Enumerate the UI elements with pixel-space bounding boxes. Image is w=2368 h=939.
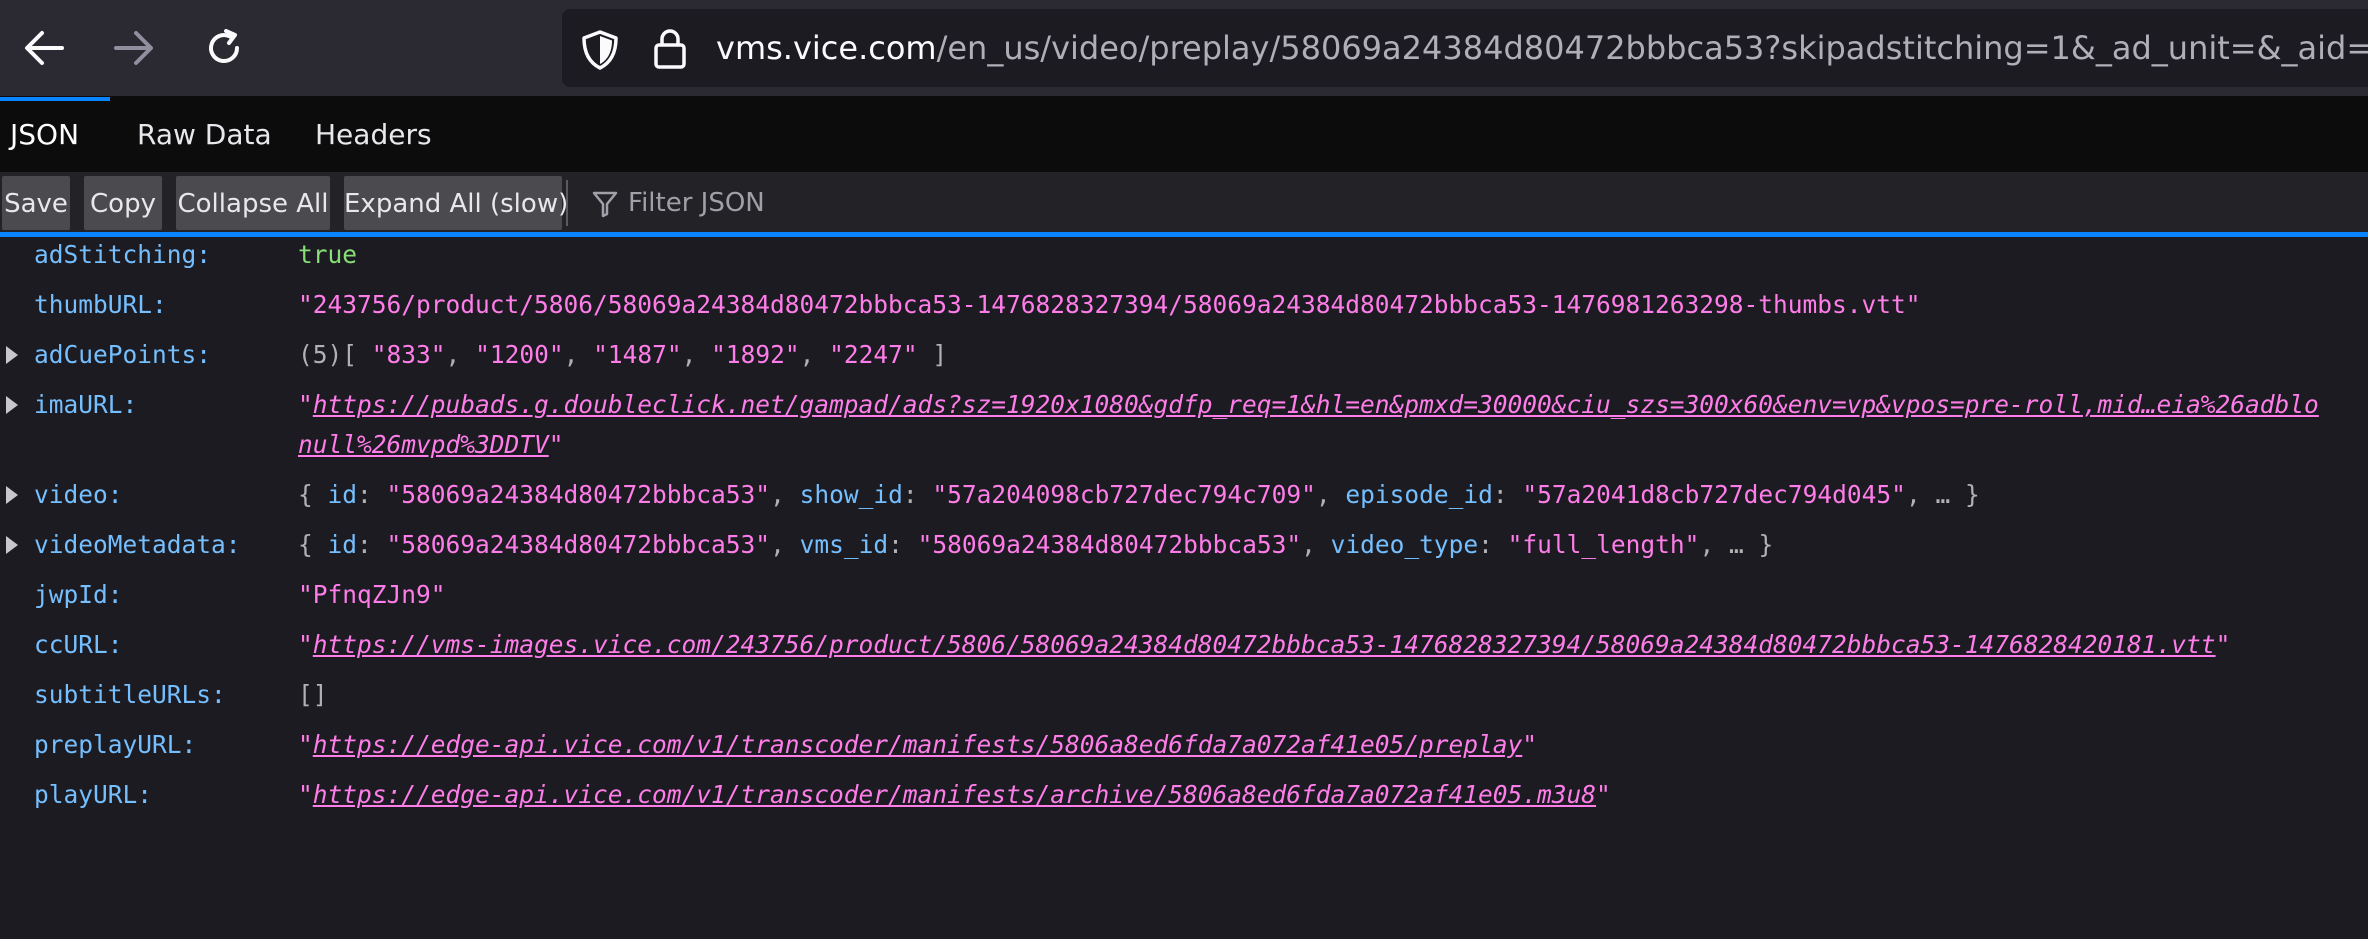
viewer-tabs: JSON Raw Data Headers xyxy=(0,96,2368,172)
array-count: (5) xyxy=(298,340,343,369)
json-value: "https://edge-api.vice.com/v1/transcoder… xyxy=(298,730,1538,759)
json-key: adStitching: xyxy=(34,240,212,269)
address-bar[interactable]: vms.vice.com/en_us/video/preplay/58069a2… xyxy=(562,9,2368,87)
json-value: { id: "58069a24384d80472bbbca53", vms_id… xyxy=(298,530,1774,559)
json-key: ccURL: xyxy=(34,630,123,659)
expand-all-button[interactable]: Expand All (slow) xyxy=(344,176,568,230)
json-tree: adStitching: true thumbURL: "243756/prod… xyxy=(0,237,2368,939)
url-link[interactable]: https://edge-api.vice.com/v1/transcoder/… xyxy=(313,780,1596,809)
tab-raw-data[interactable]: Raw Data xyxy=(137,96,272,172)
json-key: thumbURL: xyxy=(34,290,167,319)
url-link[interactable]: null%26mvpd%3DDTV xyxy=(298,430,549,459)
json-key: preplayURL: xyxy=(34,730,197,759)
reload-button[interactable] xyxy=(194,18,254,78)
json-value-continued: null%26mvpd%3DDTV" xyxy=(298,430,564,459)
back-button[interactable] xyxy=(14,18,74,78)
json-key: videoMetadata: xyxy=(34,530,241,559)
json-value: [] xyxy=(298,680,328,709)
expand-arrow-icon[interactable] xyxy=(6,486,18,504)
url-domain: vms.vice.com xyxy=(716,29,937,67)
json-key: video: xyxy=(34,480,123,509)
json-key: imaURL: xyxy=(34,390,138,419)
selected-tab-indicator xyxy=(0,97,110,101)
reload-icon xyxy=(209,29,239,64)
navigation-bar: vms.vice.com/en_us/video/preplay/58069a2… xyxy=(0,0,2368,96)
array-item: "1200" xyxy=(475,340,564,369)
forward-arrow-icon xyxy=(114,31,153,65)
json-value: "https://edge-api.vice.com/v1/transcoder… xyxy=(298,780,1611,809)
tab-headers[interactable]: Headers xyxy=(315,96,432,172)
json-value: "243756/product/5806/58069a24384d80472bb… xyxy=(298,290,1921,319)
array-item: "833" xyxy=(371,340,446,369)
expand-arrow-icon[interactable] xyxy=(6,396,18,414)
collapse-all-button[interactable]: Collapse All xyxy=(176,176,330,230)
json-value: "PfnqZJn9" xyxy=(298,580,446,609)
toolbar-separator xyxy=(566,180,568,226)
save-button[interactable]: Save xyxy=(2,176,70,230)
filter-json-input[interactable]: Filter JSON xyxy=(628,186,765,220)
json-key: adCuePoints: xyxy=(34,340,212,369)
url-link[interactable]: https://edge-api.vice.com/v1/transcoder/… xyxy=(313,730,1523,759)
json-value: (5)[ "833", "1200", "1487", "1892", "224… xyxy=(298,340,948,369)
array-item: "1892" xyxy=(711,340,800,369)
forward-button[interactable] xyxy=(104,18,164,78)
json-value: "https://vms-images.vice.com/243756/prod… xyxy=(298,630,2231,659)
copy-button[interactable]: Copy xyxy=(84,176,162,230)
lock-icon[interactable] xyxy=(652,27,688,71)
url-link[interactable]: https://pubads.g.doubleclick.net/gampad/… xyxy=(313,390,2319,419)
array-item: "2247" xyxy=(829,340,918,369)
json-key: jwpId: xyxy=(34,580,123,609)
json-toolbar: Save Copy Collapse All Expand All (slow) xyxy=(0,172,2368,234)
json-value: { id: "58069a24384d80472bbbca53", show_i… xyxy=(298,480,1980,509)
back-arrow-icon xyxy=(25,31,64,65)
expand-arrow-icon[interactable] xyxy=(6,346,18,364)
tracking-protection-shield-icon[interactable] xyxy=(580,29,620,71)
array-item: "1487" xyxy=(593,340,682,369)
json-key: subtitleURLs: xyxy=(34,680,226,709)
filter-icon xyxy=(592,191,618,218)
json-key: playURL: xyxy=(34,780,153,809)
url-text[interactable]: vms.vice.com/en_us/video/preplay/58069a2… xyxy=(716,27,2368,69)
expand-arrow-icon[interactable] xyxy=(6,536,18,554)
json-value: "https://pubads.g.doubleclick.net/gampad… xyxy=(298,390,2319,419)
url-link[interactable]: https://vms-images.vice.com/243756/produ… xyxy=(313,630,2216,659)
json-value: true xyxy=(298,240,358,269)
url-path: /en_us/video/preplay/58069a24384d80472bb… xyxy=(936,29,2368,67)
tab-json[interactable]: JSON xyxy=(10,96,79,172)
